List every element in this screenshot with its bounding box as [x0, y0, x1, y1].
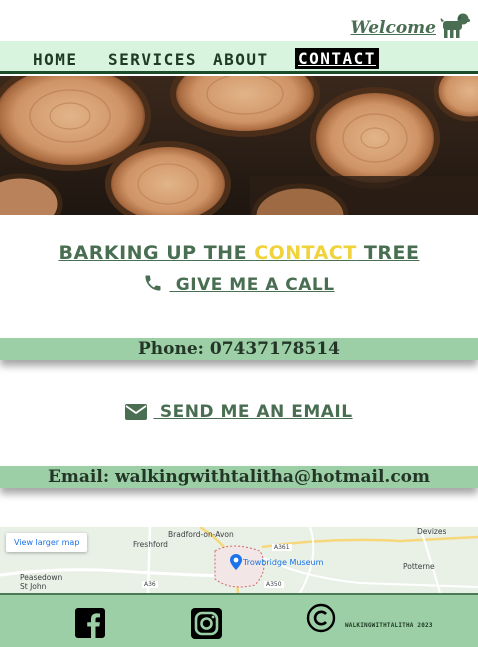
main-nav: HOME SERVICES ABOUT CONTACT: [0, 41, 478, 74]
instagram-icon[interactable]: [191, 608, 222, 639]
heading-part-2: TREE: [356, 242, 420, 264]
map-road-a36: A36: [142, 581, 158, 588]
map-poi-trowbridge-museum[interactable]: Trowbridge Museum: [243, 558, 323, 567]
map-place-freshford: Freshford: [133, 540, 168, 549]
map-place-bradford: Bradford-on-Avon: [168, 530, 234, 539]
map-place-potterne: Potterne: [403, 562, 435, 571]
map-place-devizes: Devizes: [417, 527, 447, 536]
heading-part-1: BARKING UP THE: [58, 242, 255, 264]
nav-services[interactable]: SERVICES: [108, 50, 197, 69]
call-link[interactable]: GIVE ME A CALL: [0, 273, 478, 295]
email-band: Email: walkingwithtalitha@hotmail.com: [0, 466, 478, 488]
nav-home[interactable]: HOME: [33, 50, 78, 69]
footer: WALKINGWITHTALITHA 2023: [0, 593, 478, 647]
dog-icon: [440, 13, 470, 38]
view-larger-map-button[interactable]: View larger map: [6, 533, 88, 552]
footer-credit: WALKINGWITHTALITHA 2023: [345, 622, 433, 629]
embedded-map[interactable]: View larger map Bradford-on-Avon Devizes…: [0, 527, 478, 593]
map-road-a361: A361: [272, 544, 292, 551]
copyright-icon: [306, 603, 336, 633]
facebook-icon[interactable]: [75, 608, 105, 638]
contact-heading: BARKING UP THE CONTACT TREE: [0, 242, 478, 264]
map-place-peasedown: Peasedown St John: [20, 573, 63, 591]
map-road-a350: A350: [264, 581, 284, 588]
map-pin-icon: [230, 554, 242, 570]
email-link[interactable]: SEND ME AN EMAIL: [0, 402, 478, 422]
nav-about[interactable]: ABOUT: [213, 50, 269, 69]
phone-icon: [145, 275, 161, 291]
call-label: GIVE ME A CALL: [169, 275, 335, 295]
envelope-icon: [125, 404, 148, 420]
hero-image: [0, 76, 478, 215]
email-label: SEND ME AN EMAIL: [153, 402, 353, 422]
nav-contact[interactable]: CONTACT: [295, 48, 379, 69]
logs-illustration: [0, 76, 478, 215]
top-bar: Welcome: [0, 0, 478, 41]
heading-highlight: CONTACT: [254, 242, 357, 264]
welcome-text: Welcome: [350, 18, 436, 38]
phone-band: Phone: 07437178514: [0, 338, 478, 360]
